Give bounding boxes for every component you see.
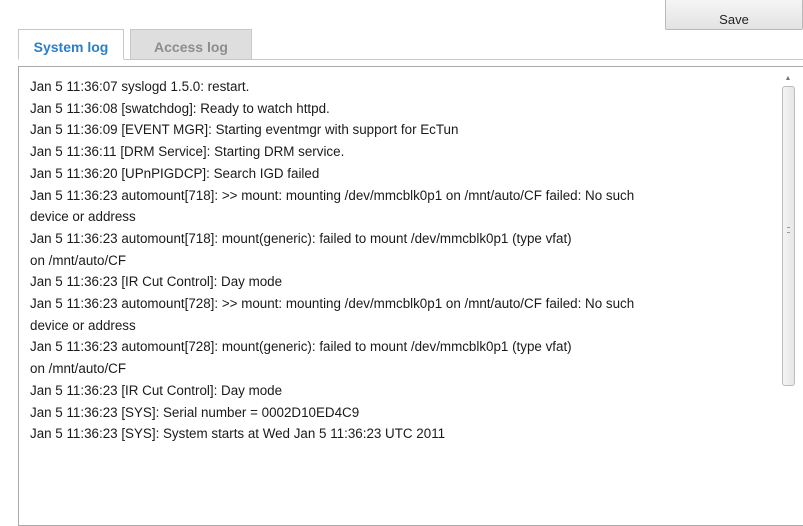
log-line: Jan 5 11:36:23 [IR Cut Control]: Day mod… bbox=[30, 274, 283, 290]
log-line: Jan 5 11:36:23 automount[718]: mount(gen… bbox=[30, 230, 572, 246]
grip-icon bbox=[787, 227, 790, 233]
log-line: Jan 5 11:36:11 [DRM Service]: Starting D… bbox=[30, 144, 345, 160]
log-line: Jan 5 11:36:23 automount[718]: >> mount:… bbox=[30, 187, 635, 203]
log-line: Jan 5 11:36:07 syslogd 1.5.0: restart. bbox=[30, 79, 250, 94]
log-line: Jan 5 11:36:23 automount[728]: mount(gen… bbox=[30, 339, 572, 355]
log-line: device or address bbox=[30, 317, 136, 333]
tab-access-log[interactable]: Access log bbox=[130, 29, 252, 60]
log-line: on /mnt/auto/CF bbox=[30, 361, 127, 377]
tab-panel-divider bbox=[18, 59, 803, 60]
log-line: Jan 5 11:36:09 [EVENT MGR]: Starting eve… bbox=[30, 122, 459, 138]
scroll-up-arrow-icon[interactable]: ▲ bbox=[780, 73, 796, 85]
log-line: Jan 5 11:36:08 [swatchdog]: Ready to wat… bbox=[30, 100, 330, 116]
log-line: device or address bbox=[30, 209, 136, 225]
system-log-textarea[interactable]: Jan 5 11:36:07 syslogd 1.5.0: restart. J… bbox=[18, 66, 803, 526]
log-line: Jan 5 11:36:23 [IR Cut Control]: Day mod… bbox=[30, 382, 283, 398]
log-line: on /mnt/auto/CF bbox=[30, 252, 127, 268]
log-line: Jan 5 11:36:23 automount[728]: >> mount:… bbox=[30, 296, 635, 312]
scrollbar-thumb[interactable] bbox=[782, 86, 795, 386]
tab-system-log[interactable]: System log bbox=[18, 29, 124, 60]
log-scrollbar[interactable]: ▲ bbox=[780, 73, 796, 525]
save-button[interactable]: Save bbox=[665, 0, 803, 30]
log-line: Jan 5 11:36:23 [SYS]: Serial number = 00… bbox=[30, 404, 360, 420]
log-line: Jan 5 11:36:23 [SYS]: System starts at W… bbox=[30, 426, 446, 442]
log-line: Jan 5 11:36:20 [UPnPIGDCP]: Search IGD f… bbox=[30, 165, 320, 181]
log-content: Jan 5 11:36:07 syslogd 1.5.0: restart. J… bbox=[30, 76, 775, 445]
